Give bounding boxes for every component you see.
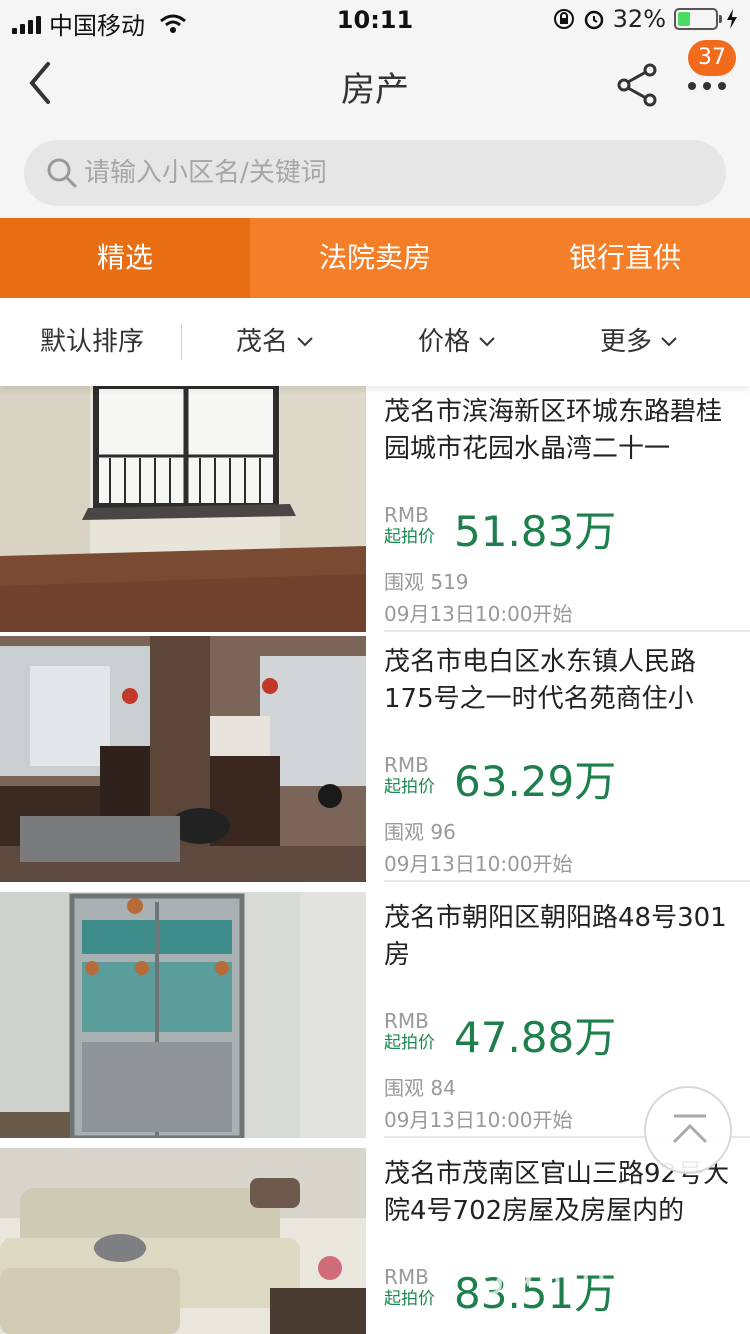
city-label: 茂名 xyxy=(236,327,289,357)
currency-label: RMB xyxy=(384,753,429,777)
watermark: gdmm.com xyxy=(478,1246,736,1297)
listing-photo xyxy=(0,892,366,1138)
listing-title: 茂名市电白区水东镇人民路175号之一时代名苑商住小 xyxy=(384,647,697,714)
listing-info: 茂名市滨海新区环城东路碧桂园城市花园水晶湾二十一 RMB 起拍价 51.83万 … xyxy=(384,386,736,632)
tab-featured[interactable]: 精选 xyxy=(0,218,250,298)
price-label: 价格 xyxy=(418,327,471,357)
listing-photo xyxy=(0,386,366,632)
chevron-up-icon xyxy=(672,1114,708,1144)
battery-icon xyxy=(674,8,722,30)
currency-label: RMB xyxy=(384,503,429,527)
listing-photo xyxy=(0,1148,366,1334)
more-label: 更多 xyxy=(600,327,653,357)
listing-item[interactable]: 茂名市滨海新区环城东路碧桂园城市花园水晶湾二十一 RMB 起拍价 51.83万 … xyxy=(0,386,750,642)
start-time: 09月13日10:00开始 xyxy=(384,602,573,626)
listing-title: 茂名市滨海新区环城东路碧桂园城市花园水晶湾二十一 xyxy=(384,397,723,464)
listing-price: 63.29万 xyxy=(454,757,617,806)
start-time: 09月13日10:00开始 xyxy=(384,1108,573,1132)
price-filter[interactable]: 价格 xyxy=(418,298,496,386)
price-type-label: 起拍价 xyxy=(384,1033,435,1053)
battery-percent: 32% xyxy=(612,5,666,33)
divider xyxy=(384,880,750,882)
status-bar: 中国移动 10:11 32% xyxy=(0,0,750,40)
listing-price: 47.88万 xyxy=(454,1013,617,1062)
chevron-down-icon xyxy=(297,337,313,347)
alarm-icon xyxy=(584,10,603,30)
chevron-down-icon xyxy=(479,337,495,347)
view-count: 围观 519 xyxy=(384,570,469,594)
search-box[interactable] xyxy=(24,140,726,206)
back-to-top-button[interactable] xyxy=(644,1086,732,1174)
charging-icon xyxy=(727,9,737,29)
tab-bank-direct[interactable]: 银行直供 xyxy=(500,218,750,298)
search-bar xyxy=(0,128,750,218)
listing-item[interactable]: 茂名市朝阳区朝阳路48号301房 RMB 起拍价 47.88万 围观 84 09… xyxy=(0,892,750,1148)
price-type-label: 起拍价 xyxy=(384,1289,435,1309)
listing-item[interactable]: 茂名市电白区水东镇人民路175号之一时代名苑商住小 RMB 起拍价 63.29万… xyxy=(0,636,750,892)
more-filter[interactable]: 更多 xyxy=(600,298,678,386)
divider xyxy=(384,630,750,632)
category-tabs: 精选 法院卖房 银行直供 xyxy=(0,218,750,298)
share-icon[interactable] xyxy=(612,60,662,110)
listing-item[interactable]: 茂名市茂南区官山三路92号大院4号702房屋及房屋内的 RMB 起拍价 83.5… xyxy=(0,1148,750,1334)
view-count: 围观 96 xyxy=(384,820,456,844)
view-count: 围观 84 xyxy=(384,1076,456,1100)
listing-price: 51.83万 xyxy=(454,507,617,556)
sort-label: 默认排序 xyxy=(40,327,145,357)
filter-bar: 默认排序 茂名 价格 更多 xyxy=(0,298,750,386)
sort-filter[interactable]: 默认排序 xyxy=(40,298,144,386)
listing-photo xyxy=(0,636,366,882)
battery-level xyxy=(678,12,690,26)
nav-bar: 房产 xyxy=(0,40,750,128)
more-icon xyxy=(688,82,726,90)
search-icon xyxy=(47,158,77,188)
listing-info: 茂名市电白区水东镇人民路175号之一时代名苑商住小 RMB 起拍价 63.29万… xyxy=(384,636,736,882)
price-type-label: 起拍价 xyxy=(384,777,435,797)
start-time: 09月13日10:00开始 xyxy=(384,852,573,876)
price-type-label: 起拍价 xyxy=(384,527,435,547)
listing-title: 茂名市朝阳区朝阳路48号301房 xyxy=(384,903,727,970)
tab-court-sales[interactable]: 法院卖房 xyxy=(250,218,500,298)
filter-divider xyxy=(181,324,182,360)
search-input[interactable] xyxy=(84,140,704,206)
orientation-lock-icon xyxy=(553,9,574,29)
chevron-down-icon xyxy=(661,337,677,347)
currency-label: RMB xyxy=(384,1265,429,1289)
notification-badge: 37 xyxy=(688,40,736,76)
currency-label: RMB xyxy=(384,1009,429,1033)
city-filter[interactable]: 茂名 xyxy=(236,298,314,386)
